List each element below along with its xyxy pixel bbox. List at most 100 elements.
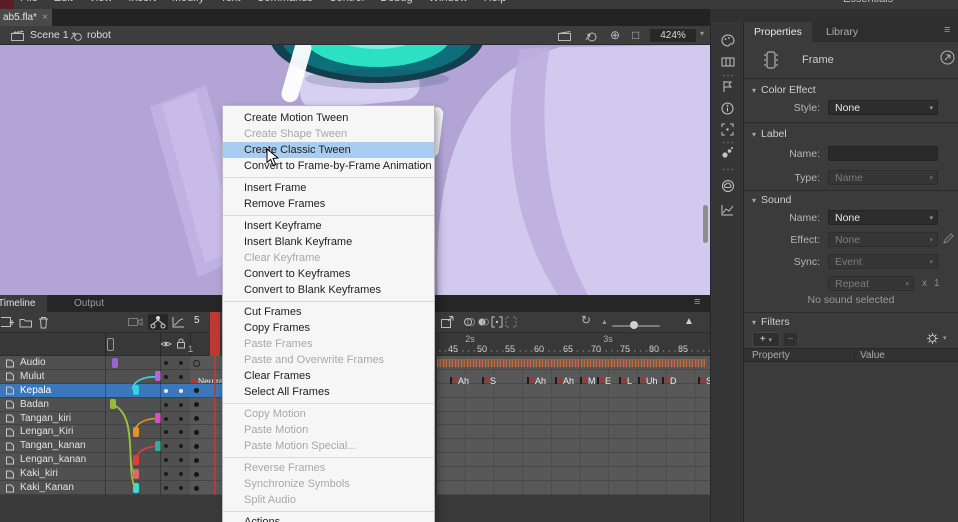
frame-cell[interactable] [190,481,222,495]
layer-name[interactable]: Audio [20,357,46,368]
menubar-item[interactable]: Debug [380,0,412,4]
frames-row[interactable] [437,481,710,495]
layer-lock-dot[interactable] [179,458,183,462]
menu-item[interactable]: Paste Frames [223,336,434,352]
workspace-switcher[interactable]: Essentials [843,0,893,5]
zoom-out-timeline-icon[interactable]: ▲ [601,319,608,326]
zoom-in-timeline-icon[interactable]: ▲ [684,316,694,327]
lipsync-keyframe[interactable]: D [662,372,677,384]
remove-filter-button[interactable]: − [783,332,798,347]
frame-cell[interactable] [190,384,222,398]
palette-icon[interactable] [721,34,735,47]
lipsync-keyframe[interactable]: M [580,372,596,384]
layer-lock-dot[interactable] [179,403,183,407]
new-folder-icon[interactable] [19,316,33,328]
section-label[interactable]: ▾Label [752,128,787,140]
parent-handle[interactable] [133,385,139,395]
sound-effect-select[interactable]: None▾ [828,232,938,247]
trash-icon[interactable] [38,316,49,329]
menu-item[interactable]: Convert to Keyframes [223,266,434,282]
lipsync-keyframe[interactable]: S [482,372,496,384]
repeat-count[interactable]: 1 [934,278,940,289]
onion-skin-icon[interactable] [463,316,475,328]
layer-name[interactable]: Lengan_kanan [20,454,86,465]
menu-item[interactable]: Create Shape Tween [223,126,434,142]
menu-item[interactable]: Convert to Frame-by-Frame Animation › [223,158,434,174]
lipsync-keyframe[interactable]: Uh [638,372,658,384]
new-layer-icon[interactable] [1,316,14,328]
layer-name[interactable]: Badan [20,399,49,410]
parent-handle[interactable] [112,358,118,368]
frames-area[interactable]: Ah S Ah Ah M [437,356,710,495]
parent-handle[interactable] [133,455,139,465]
layer-visibility-dot[interactable] [164,361,168,365]
layer-row[interactable]: Lengan_Kiri [0,425,190,439]
lipsync-keyframe[interactable]: Ah [527,372,546,384]
lock-icon[interactable] [176,338,186,349]
layer-lock-dot[interactable] [179,389,183,393]
info-icon[interactable] [721,102,734,115]
chevron-down-icon[interactable]: ▾ [943,334,947,342]
panel-menu-icon[interactable]: ≡ [694,296,700,308]
layer-visibility-dot[interactable] [164,403,168,407]
modify-markers-icon[interactable] [505,316,517,328]
layer-name[interactable]: Tangan_kiri [20,413,71,424]
zoom-level-select[interactable]: 424% [650,29,696,42]
layer-lock-dot[interactable] [179,375,183,379]
menubar-item[interactable]: Commands [256,0,312,4]
layer-visibility-dot[interactable] [164,375,168,379]
frame-cell[interactable] [190,425,222,439]
frame-cell[interactable] [190,467,222,481]
menubar-item[interactable]: Insert [128,0,156,4]
menu-item[interactable]: Clear Keyframe [223,250,434,266]
menubar-item[interactable]: Control [329,0,364,4]
layer-row[interactable]: Mulut [0,370,190,384]
label-name-input[interactable] [828,146,938,161]
menu-item[interactable]: Copy Frames [223,320,434,336]
menu-item[interactable]: Paste and Overwrite Frames [223,352,434,368]
frames-row[interactable] [437,439,710,453]
layer-name[interactable]: Lengan_Kiri [20,426,73,437]
graph-editor-icon[interactable] [172,316,185,328]
layer-visibility-dot[interactable] [164,444,168,448]
section-filters[interactable]: ▾Filters [752,316,790,328]
lipsync-keyframe[interactable]: L [619,372,632,384]
menubar-item[interactable]: Modify [172,0,204,4]
menu-item[interactable]: Insert Keyframe [223,218,434,234]
frames-row[interactable] [437,467,710,481]
sound-repeat-select[interactable]: Repeat▾ [828,276,914,291]
section-color-effect[interactable]: ▾Color Effect [752,84,816,96]
layer-visibility-dot[interactable] [164,486,168,490]
layer-visibility-dot[interactable] [164,458,168,462]
anchor-flag-icon[interactable] [721,80,734,93]
layer-lock-dot[interactable] [179,361,183,365]
center-stage-icon[interactable]: ⊕ [610,28,620,42]
frames-row[interactable] [437,384,710,398]
frame-cell[interactable] [190,356,222,370]
particles-icon[interactable] [721,146,734,159]
menubar-item[interactable]: Text [220,0,240,4]
parenting-view-toggle[interactable] [148,314,168,330]
menubar-item[interactable]: View [89,0,113,4]
edit-multiple-frames-icon[interactable] [491,316,503,328]
frame-cell[interactable] [190,453,222,467]
sound-sync-select[interactable]: Event▾ [828,254,938,269]
frame-cell[interactable] [190,412,222,426]
layer-name[interactable]: Kepala [20,385,51,396]
add-filter-button[interactable]: + ▾ [752,332,780,347]
frames-row[interactable] [437,453,710,467]
bounds-icon[interactable] [721,123,734,136]
layer-visibility-dot[interactable] [164,472,168,476]
close-icon[interactable]: × [42,9,48,26]
menu-item[interactable]: Actions [223,514,434,522]
parent-handle[interactable] [133,469,139,479]
pencil-icon[interactable] [943,233,954,244]
onion-skin-outlines-icon[interactable] [477,316,489,328]
menu-item[interactable]: Create Classic Tween [223,142,434,158]
menu-item[interactable]: Insert Blank Keyframe [223,234,434,250]
menu-item[interactable]: Copy Motion [223,406,434,422]
frames-row[interactable] [437,412,710,426]
frames-panel-icon[interactable] [721,56,735,68]
lipsync-keyframe[interactable]: E [597,372,611,384]
sound-name-select[interactable]: None▾ [828,210,938,225]
